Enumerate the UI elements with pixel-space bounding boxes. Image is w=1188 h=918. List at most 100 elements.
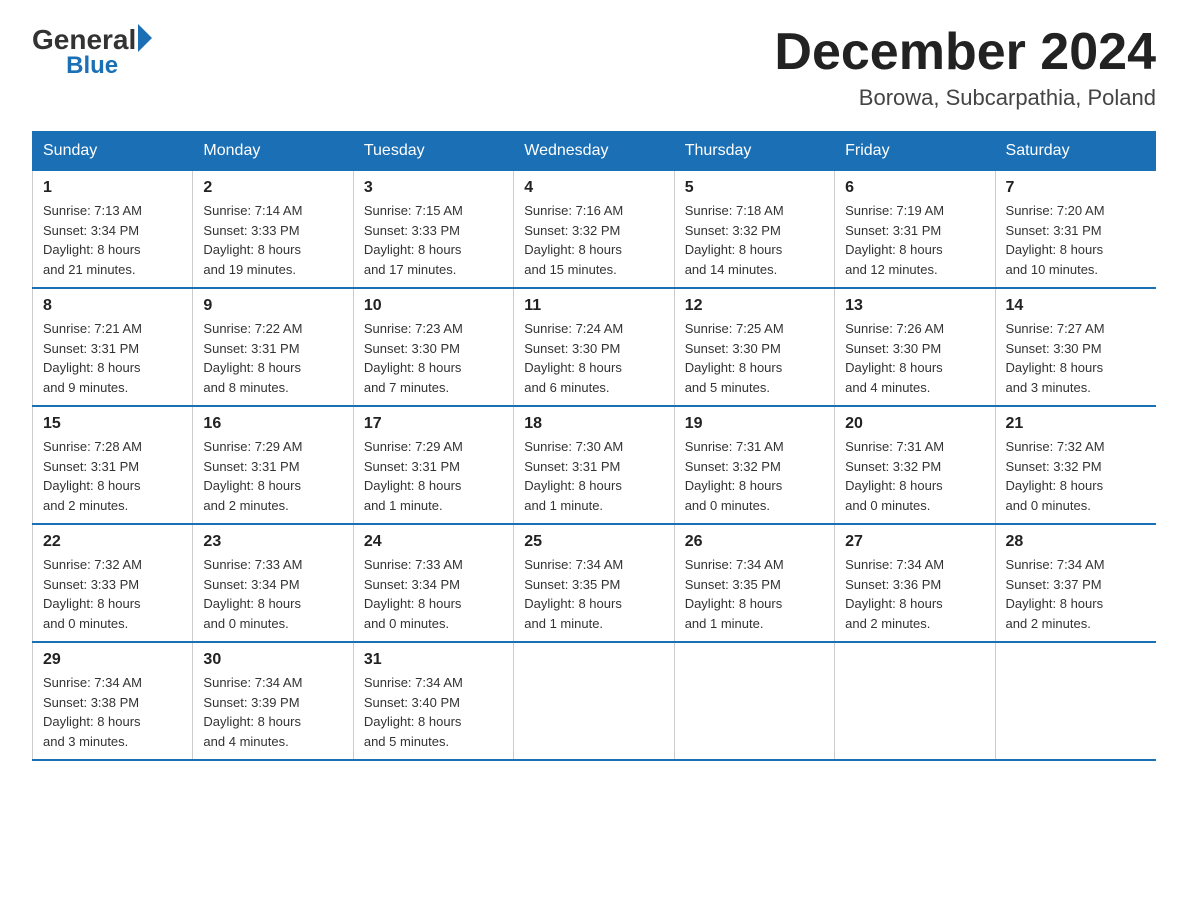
day-number: 6: [845, 179, 984, 197]
day-number: 8: [43, 297, 182, 315]
day-number: 21: [1006, 415, 1146, 433]
day-number: 4: [524, 179, 663, 197]
day-number: 12: [685, 297, 824, 315]
calendar-title-area: December 2024 Borowa, Subcarpathia, Pola…: [774, 24, 1156, 111]
day-number: 31: [364, 651, 503, 669]
day-number: 24: [364, 533, 503, 551]
calendar-cell: 12 Sunrise: 7:25 AMSunset: 3:30 PMDayligh…: [674, 288, 834, 406]
day-number: 2: [203, 179, 342, 197]
day-number: 22: [43, 533, 182, 551]
day-info: Sunrise: 7:30 AMSunset: 3:31 PMDaylight:…: [524, 437, 663, 515]
day-info: Sunrise: 7:34 AMSunset: 3:39 PMDaylight:…: [203, 673, 342, 751]
logo-blue: Blue: [32, 52, 152, 80]
calendar-body: 1 Sunrise: 7:13 AMSunset: 3:34 PMDaylight…: [33, 171, 1156, 761]
day-info: Sunrise: 7:32 AMSunset: 3:32 PMDaylight:…: [1006, 437, 1146, 515]
day-info: Sunrise: 7:34 AMSunset: 3:36 PMDaylight:…: [845, 555, 984, 633]
day-number: 15: [43, 415, 182, 433]
day-number: 13: [845, 297, 984, 315]
day-info: Sunrise: 7:28 AMSunset: 3:31 PMDaylight:…: [43, 437, 182, 515]
calendar-cell: 3 Sunrise: 7:15 AMSunset: 3:33 PMDaylight…: [353, 171, 513, 289]
header-monday: Monday: [193, 132, 353, 171]
header-saturday: Saturday: [995, 132, 1155, 171]
calendar-cell: 6 Sunrise: 7:19 AMSunset: 3:31 PMDaylight…: [835, 171, 995, 289]
calendar-cell: 1 Sunrise: 7:13 AMSunset: 3:34 PMDaylight…: [33, 171, 193, 289]
calendar-cell: 26Sunrise: 7:34 AMSunset: 3:35 PMDayligh…: [674, 524, 834, 642]
page-header: General Blue December 2024 Borowa, Subca…: [32, 24, 1156, 111]
calendar-cell: [835, 642, 995, 760]
day-info: Sunrise: 7:14 AMSunset: 3:33 PMDaylight:…: [203, 201, 342, 279]
calendar-cell: 11 Sunrise: 7:24 AMSunset: 3:30 PMDayligh…: [514, 288, 674, 406]
day-info: Sunrise: 7:34 AMSunset: 3:40 PMDaylight:…: [364, 673, 503, 751]
day-number: 9: [203, 297, 342, 315]
day-info: Sunrise: 7:25 AMSunset: 3:30 PMDaylight:…: [685, 319, 824, 397]
day-info: Sunrise: 7:13 AMSunset: 3:34 PMDaylight:…: [43, 201, 182, 279]
day-info: Sunrise: 7:23 AMSunset: 3:30 PMDaylight:…: [364, 319, 503, 397]
calendar-cell: 29Sunrise: 7:34 AMSunset: 3:38 PMDayligh…: [33, 642, 193, 760]
day-info: Sunrise: 7:26 AMSunset: 3:30 PMDaylight:…: [845, 319, 984, 397]
day-number: 16: [203, 415, 342, 433]
calendar-cell: 8Sunrise: 7:21 AMSunset: 3:31 PMDaylight…: [33, 288, 193, 406]
calendar-cell: [514, 642, 674, 760]
day-number: 19: [685, 415, 824, 433]
day-number: 23: [203, 533, 342, 551]
calendar-week-1: 1 Sunrise: 7:13 AMSunset: 3:34 PMDaylight…: [33, 171, 1156, 289]
day-number: 25: [524, 533, 663, 551]
day-info: Sunrise: 7:31 AMSunset: 3:32 PMDaylight:…: [685, 437, 824, 515]
day-number: 1: [43, 179, 182, 197]
day-number: 27: [845, 533, 984, 551]
day-number: 5: [685, 179, 824, 197]
logo: General Blue: [32, 24, 152, 80]
logo-arrow-icon: [138, 24, 152, 52]
day-number: 3: [364, 179, 503, 197]
day-info: Sunrise: 7:20 AMSunset: 3:31 PMDaylight:…: [1006, 201, 1146, 279]
calendar-cell: 20Sunrise: 7:31 AMSunset: 3:32 PMDayligh…: [835, 406, 995, 524]
calendar-cell: [995, 642, 1155, 760]
header-row: SundayMondayTuesdayWednesdayThursdayFrid…: [33, 132, 1156, 171]
calendar-cell: 4Sunrise: 7:16 AMSunset: 3:32 PMDaylight…: [514, 171, 674, 289]
calendar-cell: 28 Sunrise: 7:34 AMSunset: 3:37 PMDayligh…: [995, 524, 1155, 642]
calendar-cell: 16 Sunrise: 7:29 AMSunset: 3:31 PMDayligh…: [193, 406, 353, 524]
calendar-cell: 2 Sunrise: 7:14 AMSunset: 3:33 PMDaylight…: [193, 171, 353, 289]
day-number: 17: [364, 415, 503, 433]
calendar-cell: 7 Sunrise: 7:20 AMSunset: 3:31 PMDaylight…: [995, 171, 1155, 289]
day-number: 7: [1006, 179, 1146, 197]
calendar-cell: 21 Sunrise: 7:32 AMSunset: 3:32 PMDayligh…: [995, 406, 1155, 524]
day-number: 11: [524, 297, 663, 315]
day-info: Sunrise: 7:33 AMSunset: 3:34 PMDaylight:…: [364, 555, 503, 633]
day-info: Sunrise: 7:29 AMSunset: 3:31 PMDaylight:…: [203, 437, 342, 515]
calendar-cell: 9Sunrise: 7:22 AMSunset: 3:31 PMDaylight…: [193, 288, 353, 406]
calendar-table: SundayMondayTuesdayWednesdayThursdayFrid…: [32, 131, 1156, 761]
calendar-cell: 30Sunrise: 7:34 AMSunset: 3:39 PMDayligh…: [193, 642, 353, 760]
day-info: Sunrise: 7:32 AMSunset: 3:33 PMDaylight:…: [43, 555, 182, 633]
day-info: Sunrise: 7:27 AMSunset: 3:30 PMDaylight:…: [1006, 319, 1146, 397]
day-number: 14: [1006, 297, 1146, 315]
day-number: 28: [1006, 533, 1146, 551]
calendar-header: SundayMondayTuesdayWednesdayThursdayFrid…: [33, 132, 1156, 171]
header-tuesday: Tuesday: [353, 132, 513, 171]
calendar-cell: [674, 642, 834, 760]
day-info: Sunrise: 7:18 AMSunset: 3:32 PMDaylight:…: [685, 201, 824, 279]
calendar-title: December 2024: [774, 24, 1156, 81]
day-info: Sunrise: 7:34 AMSunset: 3:35 PMDaylight:…: [685, 555, 824, 633]
header-thursday: Thursday: [674, 132, 834, 171]
calendar-cell: 31 Sunrise: 7:34 AMSunset: 3:40 PMDayligh…: [353, 642, 513, 760]
day-info: Sunrise: 7:33 AMSunset: 3:34 PMDaylight:…: [203, 555, 342, 633]
day-info: Sunrise: 7:15 AMSunset: 3:33 PMDaylight:…: [364, 201, 503, 279]
calendar-cell: 13 Sunrise: 7:26 AMSunset: 3:30 PMDayligh…: [835, 288, 995, 406]
calendar-week-4: 22 Sunrise: 7:32 AMSunset: 3:33 PMDayligh…: [33, 524, 1156, 642]
day-number: 10: [364, 297, 503, 315]
header-wednesday: Wednesday: [514, 132, 674, 171]
day-number: 29: [43, 651, 182, 669]
day-info: Sunrise: 7:19 AMSunset: 3:31 PMDaylight:…: [845, 201, 984, 279]
day-info: Sunrise: 7:24 AMSunset: 3:30 PMDaylight:…: [524, 319, 663, 397]
calendar-cell: 24 Sunrise: 7:33 AMSunset: 3:34 PMDayligh…: [353, 524, 513, 642]
day-info: Sunrise: 7:31 AMSunset: 3:32 PMDaylight:…: [845, 437, 984, 515]
calendar-cell: 25 Sunrise: 7:34 AMSunset: 3:35 PMDayligh…: [514, 524, 674, 642]
day-info: Sunrise: 7:34 AMSunset: 3:35 PMDaylight:…: [524, 555, 663, 633]
calendar-cell: 22 Sunrise: 7:32 AMSunset: 3:33 PMDayligh…: [33, 524, 193, 642]
calendar-subtitle: Borowa, Subcarpathia, Poland: [774, 85, 1156, 111]
day-info: Sunrise: 7:34 AMSunset: 3:37 PMDaylight:…: [1006, 555, 1146, 633]
header-sunday: Sunday: [33, 132, 193, 171]
calendar-cell: 14 Sunrise: 7:27 AMSunset: 3:30 PMDayligh…: [995, 288, 1155, 406]
calendar-cell: 10 Sunrise: 7:23 AMSunset: 3:30 PMDayligh…: [353, 288, 513, 406]
